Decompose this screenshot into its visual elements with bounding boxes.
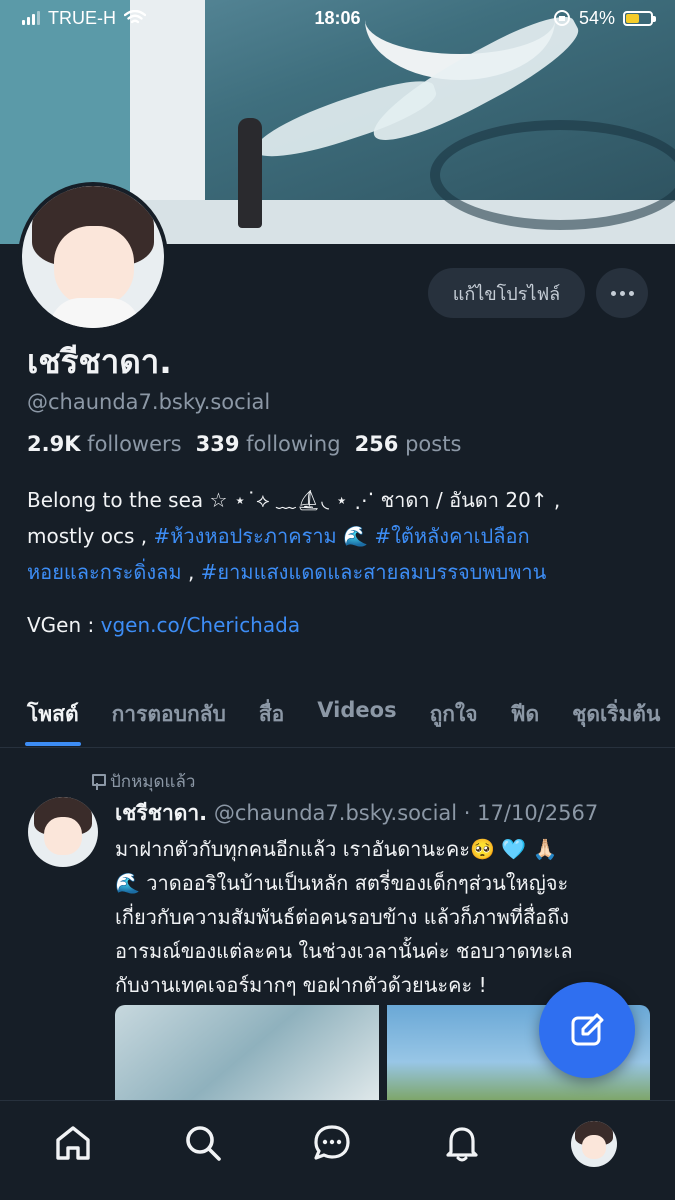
pin-icon <box>90 773 106 790</box>
nav-notifications[interactable] <box>440 1121 484 1165</box>
vgen-link[interactable]: vgen.co/Cherichada <box>101 613 300 637</box>
compose-icon <box>571 1013 604 1046</box>
post-header[interactable]: เชรีชาดา. @chaunda7.bsky.social · 17/10/… <box>115 797 598 830</box>
tab-replies[interactable]: การตอบกลับ <box>112 690 226 747</box>
nav-search[interactable] <box>181 1121 225 1165</box>
bio-vgen: VGen : vgen.co/Cherichada <box>27 613 301 637</box>
tab-posts[interactable]: โพสต์ <box>25 690 81 747</box>
post-author-handle[interactable]: @chaunda7.bsky.social <box>214 801 457 825</box>
post-avatar[interactable] <box>28 797 98 867</box>
post-text[interactable]: มาฝากตัวกับทุกคนอีกแล้ว เราอันดานะคะ🥺 🩵 … <box>115 832 650 1002</box>
status-bar: TRUE-H 18:06 54% <box>0 0 675 36</box>
tab-feeds[interactable]: ฟีด <box>511 690 540 747</box>
hashtag-link[interactable]: #ใต้หลังคาเปลือก <box>374 524 529 548</box>
battery-icon <box>623 10 656 26</box>
post-author-name[interactable]: เชรีชาดา. <box>115 801 207 825</box>
post-date: 17/10/2567 <box>477 801 599 825</box>
profile-bio: Belong to the sea ☆ ⋆˙⟡ ﹏⛵︎◟ ⋆ ⋰ ชาดา / … <box>27 482 657 590</box>
chat-icon <box>314 1125 350 1160</box>
battery-percent: 54% <box>578 7 615 28</box>
banner-figure <box>238 118 262 228</box>
banner-swirl <box>430 120 675 230</box>
tab-videos[interactable]: Videos <box>317 690 396 747</box>
home-icon <box>56 1126 90 1160</box>
tab-media[interactable]: สื่อ <box>259 690 284 747</box>
profile-handle: @chaunda7.bsky.social <box>27 390 271 414</box>
following-stat[interactable]: 339 following <box>196 432 341 456</box>
carrier-label: TRUE-H <box>48 7 116 28</box>
wifi-icon <box>124 10 146 24</box>
bottom-nav <box>0 1100 675 1200</box>
hashtag-link[interactable]: #ห้วงหอประภาคราม <box>153 524 336 548</box>
followers-stat[interactable]: 2.9K followers <box>27 432 182 456</box>
display-name: เชรีชาดา. <box>27 342 172 381</box>
profile-stats: 2.9K followers 339 following 256 posts <box>27 432 461 456</box>
bio-line: Belong to the sea ☆ ⋆˙⟡ ﹏⛵︎◟ ⋆ ⋰ ชาดา / … <box>27 488 561 512</box>
compose-button[interactable] <box>539 982 635 1078</box>
profile-avatar[interactable] <box>18 182 168 332</box>
pinned-label: ปักหมุดแล้ว <box>90 768 195 795</box>
tab-starter-packs[interactable]: ชุดเริ่มต้น <box>572 690 660 747</box>
nav-chat[interactable] <box>310 1121 354 1165</box>
edit-profile-button[interactable]: แก้ไขโปรไฟล์ <box>428 268 585 318</box>
more-icon[interactable] <box>596 268 648 318</box>
profile-tabs: โพสต์ การตอบกลับ สื่อ Videos ถูกใจ ฟีด ช… <box>0 690 675 748</box>
hashtag-link[interactable]: หอยและกระดิ่งลม <box>27 560 182 584</box>
hashtag-link[interactable]: #ยามแสงแดดและสายลมบรรจบพบพาน <box>201 560 547 584</box>
signal-icon <box>22 11 40 25</box>
nav-home[interactable] <box>51 1121 95 1165</box>
nav-profile-avatar[interactable] <box>571 1121 617 1167</box>
tab-likes[interactable]: ถูกใจ <box>430 690 478 747</box>
search-icon <box>186 1126 221 1161</box>
rotation-lock-icon <box>553 10 570 26</box>
bell-icon <box>446 1127 478 1162</box>
posts-stat: 256 posts <box>354 432 462 456</box>
post-image[interactable] <box>115 1005 379 1100</box>
